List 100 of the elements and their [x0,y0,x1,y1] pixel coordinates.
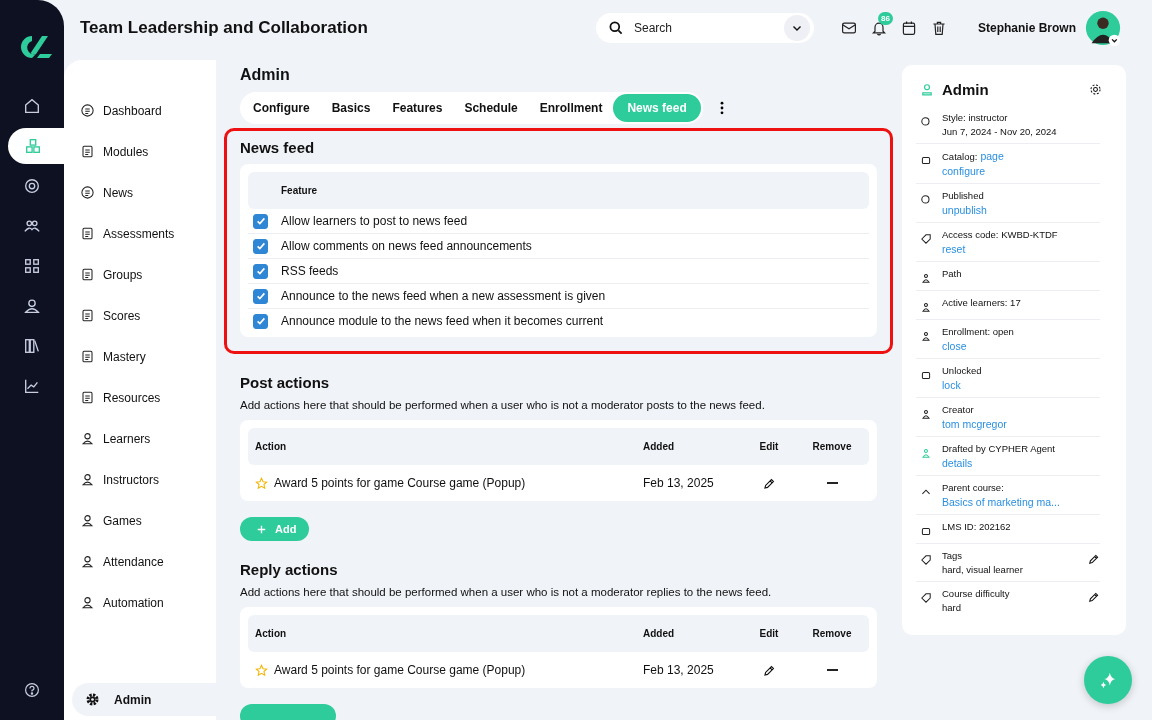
column-header: Remove [812,441,852,452]
action-text: Award 5 points for game Course game (Popup) [274,663,526,677]
info-label: Creator [942,404,975,415]
info-label: Path [942,268,963,279]
section-title: Reply actions [240,561,338,578]
section-title: News feed [240,139,316,156]
calendar-icon[interactable] [901,19,917,36]
info-label: Catalog: page [942,150,1005,162]
column-header: Remove [812,628,852,639]
info-label: Active learners: 17 [942,297,1022,308]
nav-item[interactable]: Learners [64,418,216,459]
column-header: Added [643,628,676,639]
column-header: Action [254,441,288,452]
feature-label: Allow comments on news feed announcements [281,239,532,253]
document-icon [80,144,95,159]
tab[interactable]: Configure [242,94,321,122]
feature-label: Announce to the news feed when a new assessment is given [281,289,606,303]
remove-icon[interactable] [826,668,838,672]
tab[interactable]: Basics [320,94,382,122]
info-link[interactable]: reset [942,243,1100,255]
pencil-icon[interactable] [762,476,776,490]
feature-label: Allow learners to post to news feed [281,214,468,228]
pencil-icon[interactable] [1088,591,1100,603]
info-link[interactable]: close [942,340,1100,352]
tab[interactable]: Enrollment [528,94,614,122]
checkmark-icon [254,265,267,277]
tab[interactable]: Schedule [453,94,529,122]
gear-icon [85,692,100,707]
nav-item[interactable]: Resources [64,377,216,418]
section-title: Post actions [240,374,330,391]
info-value: hard, visual learner [942,564,1024,575]
catalog-link[interactable]: page [980,150,1004,162]
person-icon [80,431,95,446]
nav-item[interactable]: Modules [64,131,216,172]
checkmark-icon [254,240,267,252]
person-icon [920,408,932,420]
nav-item[interactable]: Mastery [64,336,216,377]
info-value: Jun 7, 2024 - Nov 20, 2024 [942,126,1058,137]
column-header: Feature [280,185,318,196]
nav-item[interactable]: Instructors [64,459,216,500]
star-icon [255,476,268,490]
instructor-icon [920,82,934,97]
pencil-icon[interactable] [1088,553,1100,565]
settings-icon[interactable] [1089,83,1102,96]
column-header: Edit [759,441,779,452]
info-link[interactable]: unpublish [942,204,1100,216]
pencil-icon[interactable] [762,663,776,677]
date-cell-text: Feb 13, 2025 [643,476,715,490]
info-label: Published [942,190,985,201]
nav-item[interactable]: News [64,172,216,213]
remove-icon[interactable] [826,481,838,485]
instructor-icon [80,472,95,487]
help-icon[interactable] [24,682,40,698]
tab[interactable]: Features [381,94,454,122]
more-icon[interactable] [718,101,725,115]
avatar[interactable] [1084,8,1122,47]
search-field[interactable]: Search [596,12,814,43]
checkmark-icon [254,315,267,327]
info-link[interactable]: configure [942,165,1100,177]
checkbox[interactable] [253,288,268,304]
nav-item[interactable]: Assessments [64,213,216,254]
info-link[interactable]: lock [942,379,1100,391]
nav-item[interactable]: Groups [64,254,216,295]
course-title: Team Leadership and Collaboration [80,17,369,38]
info-label: Tags [942,550,964,561]
info-value: hard [942,602,962,613]
checkbox[interactable] [253,263,268,279]
column-header: Edit [759,628,779,639]
tag-icon [920,592,932,604]
info-label: LMS ID: 202162 [942,521,1012,532]
cubes-icon[interactable] [8,128,64,164]
info-label: Parent course: [942,482,1005,493]
info-link[interactable]: Basics of marketing ma... [942,496,1100,508]
checkbox[interactable] [253,213,268,229]
dropdown-icon[interactable] [784,14,810,41]
clipboard-icon [80,226,95,241]
checkmark-icon [254,290,267,302]
section-description: Add actions here that should be performed when a user who is not a moderator replies to the news feed. [240,586,772,598]
column-header: Action [254,628,288,639]
search-input[interactable]: Search [632,19,776,36]
section-description: Add actions here that should be performed when a user who is not a moderator posts to the news feed. [240,399,765,411]
info-label: Unlocked [942,365,983,376]
info-label: Access code: KWBD-KTDF [942,229,1059,240]
admin-nav-item[interactable]: Admin [72,683,216,716]
info-link[interactable]: tom mcgregor [942,418,1100,430]
nav-item[interactable]: Scores [64,295,216,336]
nav-item[interactable]: Automation [64,582,216,623]
checkbox[interactable] [253,238,268,254]
page-heading: Admin [240,66,290,84]
user-name[interactable]: Stephanie Brown [978,20,1076,35]
date-cell-text: Feb 13, 2025 [643,663,715,677]
trash-icon[interactable] [931,19,947,36]
info-link[interactable]: details [942,457,1100,469]
nav-item[interactable]: Dashboard [64,90,216,131]
tag-icon [920,554,932,566]
info-label: Style: instructor [942,112,1009,123]
panel-title: Admin [942,81,990,98]
nav-item[interactable]: Games [64,500,216,541]
nav-item[interactable]: Attendance [64,541,216,582]
checkbox[interactable] [253,313,268,329]
